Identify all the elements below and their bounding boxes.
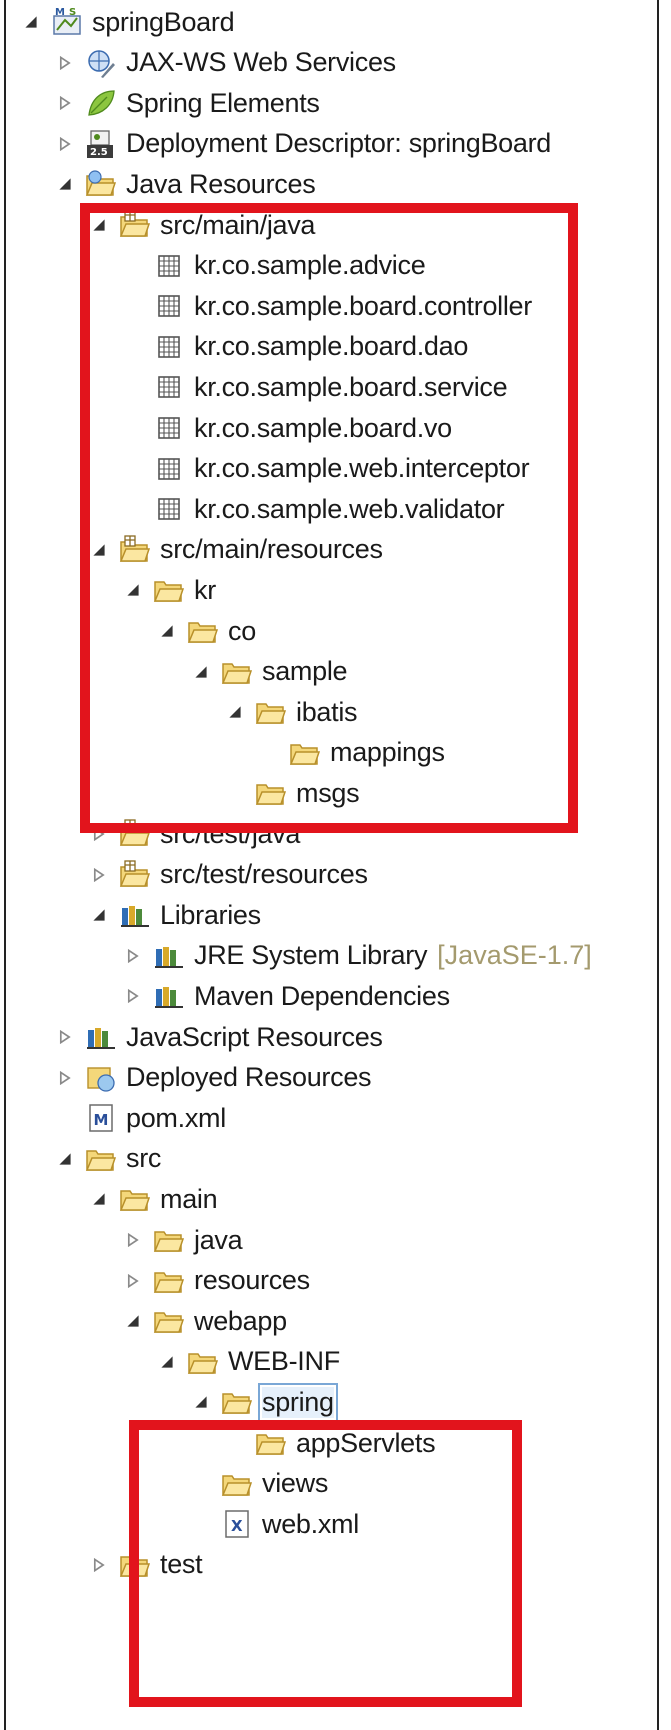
folder-icon: [84, 1142, 118, 1176]
tree-item-label: java: [194, 1224, 243, 1255]
tree-item[interactable]: Mpom.xml: [54, 1098, 226, 1138]
tree-item-label: Libraries: [160, 899, 261, 930]
tree-item-label: resources: [194, 1265, 310, 1296]
folder-icon: [220, 1385, 254, 1419]
folder-icon: [118, 1182, 152, 1216]
tree-item-label: src: [126, 1143, 162, 1174]
library-icon: [152, 979, 186, 1013]
expand-arrow-icon[interactable]: [190, 1382, 212, 1422]
tree-item-label: JRE System Library: [194, 940, 428, 971]
tree-item[interactable]: src: [54, 1139, 161, 1179]
tree-item-label: Java Resources: [126, 168, 316, 199]
tree-item-label: springBoard: [92, 6, 235, 37]
tree-item-label: webapp: [194, 1305, 287, 1336]
tree-item[interactable]: Deployed Resources: [54, 1058, 372, 1098]
tree-item[interactable]: 2.5 Deployment Descriptor: springBoard: [54, 124, 551, 164]
collapse-arrow-icon[interactable]: [54, 1017, 76, 1057]
collapse-arrow-icon[interactable]: [122, 936, 144, 976]
tree-item[interactable]: M SspringBoard: [20, 2, 235, 42]
tree-item-label: Deployed Resources: [126, 1062, 372, 1093]
expand-arrow-icon[interactable]: [20, 2, 42, 42]
java-resources-icon: [84, 167, 118, 201]
tree-item-decoration: [JavaSE-1.7]: [437, 940, 592, 971]
folder-icon: [186, 1345, 220, 1379]
tree-item[interactable]: Libraries: [88, 895, 261, 935]
svg-text:M: M: [55, 7, 65, 18]
deployment-descriptor-icon: 2.5: [84, 127, 118, 161]
spring-leaf-icon: [84, 86, 118, 120]
deployed-resources-icon: [84, 1061, 118, 1095]
tree-item[interactable]: src/test/resources: [88, 855, 368, 895]
tree-item[interactable]: Java Resources: [54, 164, 316, 204]
tree-item[interactable]: JRE System Library [JavaSE-1.7]: [122, 936, 592, 976]
library-icon: [152, 939, 186, 973]
tree-item[interactable]: JavaScript Resources: [54, 1017, 383, 1057]
expand-arrow-icon[interactable]: [88, 895, 110, 935]
tree-item-label: WEB-INF: [228, 1346, 340, 1377]
source-folder-icon: [118, 858, 152, 892]
tree-item-label: Maven Dependencies: [194, 980, 450, 1011]
web-services-icon: [84, 46, 118, 80]
folder-icon: [152, 1264, 186, 1298]
spring-project-icon: MS: [50, 5, 84, 39]
tree-item-label: pom.xml: [126, 1102, 226, 1133]
tree-item-label: src/test/resources: [160, 859, 368, 890]
tree-item[interactable]: Maven Dependencies: [122, 976, 450, 1016]
maven-file-icon: M: [84, 1101, 118, 1135]
tree-item-label: JAX-WS Web Services: [126, 47, 396, 78]
expand-arrow-icon[interactable]: [88, 1179, 110, 1219]
tree-item-label: JavaScript Resources: [126, 1021, 383, 1052]
library-icon: [84, 1020, 118, 1054]
collapse-arrow-icon[interactable]: [122, 976, 144, 1016]
collapse-arrow-icon[interactable]: [88, 855, 110, 895]
tree-item-label: Deployment Descriptor: springBoard: [126, 128, 551, 159]
svg-text:2.5: 2.5: [90, 147, 108, 158]
tree-item-label: Spring Elements: [126, 87, 320, 118]
highlight-box-java-resources: [80, 203, 578, 833]
library-icon: [118, 898, 152, 932]
highlight-box-web-inf: [129, 1420, 522, 1707]
collapse-arrow-icon[interactable]: [122, 1261, 144, 1301]
collapse-arrow-icon[interactable]: [88, 1545, 110, 1585]
tree-item[interactable]: java: [122, 1220, 243, 1260]
collapse-arrow-icon[interactable]: [54, 1058, 76, 1098]
tree-item-label: spring: [258, 1382, 338, 1422]
tree-item[interactable]: resources: [122, 1261, 310, 1301]
expand-arrow-icon[interactable]: [122, 1301, 144, 1341]
collapse-arrow-icon[interactable]: [54, 124, 76, 164]
tree-item-label: main: [160, 1183, 218, 1214]
collapse-arrow-icon[interactable]: [54, 43, 76, 83]
folder-icon: [152, 1223, 186, 1257]
collapse-arrow-icon[interactable]: [122, 1220, 144, 1260]
tree-item[interactable]: Spring Elements: [54, 83, 320, 123]
expand-arrow-icon[interactable]: [156, 1342, 178, 1382]
svg-text:M: M: [94, 1111, 109, 1129]
tree-item[interactable]: main: [88, 1179, 218, 1219]
expand-arrow-icon[interactable]: [54, 1139, 76, 1179]
expand-arrow-icon[interactable]: [54, 164, 76, 204]
tree-item[interactable]: JAX-WS Web Services: [54, 43, 396, 83]
folder-icon: [152, 1304, 186, 1338]
tree-item[interactable]: WEB-INF: [156, 1342, 340, 1382]
tree-item[interactable]: webapp: [122, 1301, 287, 1341]
tree-item[interactable]: spring: [190, 1382, 338, 1422]
svg-text:S: S: [69, 7, 76, 18]
collapse-arrow-icon[interactable]: [54, 83, 76, 123]
